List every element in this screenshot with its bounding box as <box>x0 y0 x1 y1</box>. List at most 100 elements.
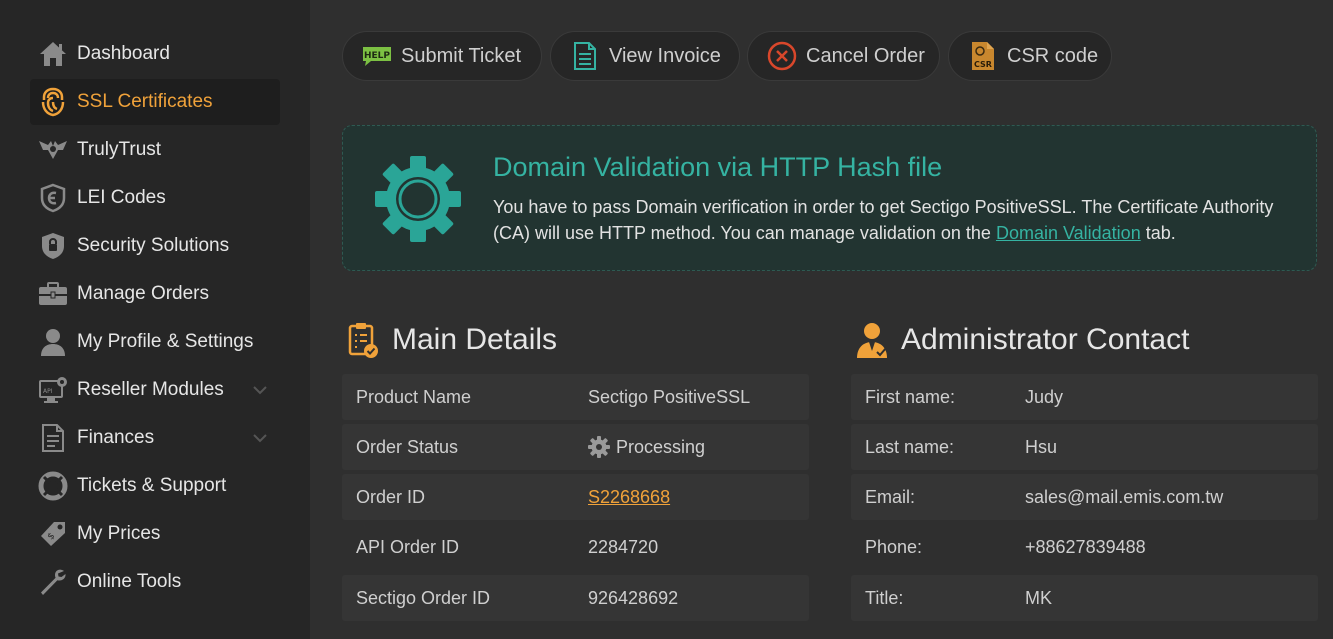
administrator-icon <box>855 320 889 360</box>
sidebar-item-label: Security Solutions <box>77 235 230 256</box>
order-id-value: S2268668 <box>588 487 670 508</box>
sidebar-item-label: Online Tools <box>77 571 182 592</box>
security-shield-icon <box>38 231 68 261</box>
table-row: Title: MK <box>851 575 1318 621</box>
alert-text: You have to pass Domain verification in … <box>493 194 1288 246</box>
main-details-heading: Main Details <box>346 320 557 360</box>
table-row: Email: sales@mail.emis.com.tw <box>851 474 1318 520</box>
submit-ticket-label: Submit Ticket <box>401 44 522 67</box>
table-row: Sectigo Order ID 926428692 <box>342 575 809 621</box>
invoice-document-icon <box>569 40 601 72</box>
processing-gear-icon <box>588 436 610 458</box>
clipboard-check-icon <box>346 320 380 360</box>
sidebar-item-tickets-support[interactable]: Tickets & Support <box>30 463 280 509</box>
lifebuoy-icon <box>38 471 68 501</box>
view-invoice-button[interactable]: View Invoice <box>550 31 740 81</box>
user-icon <box>38 327 68 357</box>
sidebar: Dashboard SSL Certificates TrulyTrust LE… <box>0 0 310 639</box>
order-id-link[interactable]: S2268668 <box>588 487 670 508</box>
gear-icon <box>373 154 463 244</box>
sidebar-item-label: My Profile & Settings <box>77 331 254 352</box>
sidebar-item-reseller-modules[interactable]: API Reseller Modules <box>30 367 280 413</box>
sidebar-item-label: Dashboard <box>77 43 170 64</box>
order-status-text: Processing <box>616 436 706 457</box>
domain-validation-alert: Domain Validation via HTTP Hash file You… <box>342 125 1317 271</box>
cancel-order-label: Cancel Order <box>806 44 925 67</box>
alert-title: Domain Validation via HTTP Hash file <box>493 152 943 182</box>
svg-text:API: API <box>43 388 53 395</box>
domain-validation-link[interactable]: Domain Validation <box>996 223 1141 243</box>
sidebar-item-label: Finances <box>77 427 155 448</box>
csr-code-label: CSR code <box>1007 44 1099 67</box>
csr-code-button[interactable]: CSR CSR code <box>948 31 1112 81</box>
cancel-order-button[interactable]: Cancel Order <box>747 31 940 81</box>
ssl-certificate-icon <box>38 87 68 117</box>
admin-contact-title: Administrator Contact <box>901 323 1190 356</box>
svg-text:CSR: CSR <box>974 60 992 69</box>
sidebar-item-label: Manage Orders <box>77 283 210 304</box>
sidebar-item-label: LEI Codes <box>77 187 166 208</box>
table-row: Last name: Hsu <box>851 424 1318 470</box>
row-value: +88627839488 <box>1025 536 1146 557</box>
row-value: Sectigo PositiveSSL <box>588 386 751 407</box>
sidebar-item-security-solutions[interactable]: Security Solutions <box>30 223 280 269</box>
sidebar-item-my-prices[interactable]: $ My Prices <box>30 511 280 557</box>
sidebar-item-online-tools[interactable]: Online Tools <box>30 559 280 605</box>
row-label: Phone: <box>865 536 923 557</box>
sidebar-item-my-profile[interactable]: My Profile & Settings <box>30 319 280 365</box>
row-label: Product Name <box>356 386 472 407</box>
row-label: API Order ID <box>356 536 460 557</box>
briefcase-icon <box>38 279 68 309</box>
api-monitor-icon: API <box>38 375 68 405</box>
sidebar-item-finances[interactable]: Finances <box>30 415 280 461</box>
csr-file-icon: CSR <box>967 40 999 72</box>
row-label: Last name: <box>865 436 955 457</box>
table-row: Phone: +88627839488 <box>851 524 1318 570</box>
sidebar-item-label: Tickets & Support <box>77 475 227 496</box>
main-content: HELP Submit Ticket View Invoice Cancel O… <box>310 0 1333 639</box>
admin-contact-heading: Administrator Contact <box>855 320 1189 360</box>
table-row: First name: Judy <box>851 374 1318 420</box>
sidebar-item-label: Reseller Modules <box>77 379 224 400</box>
sidebar-item-label: TrulyTrust <box>77 139 162 160</box>
view-invoice-label: View Invoice <box>609 44 721 67</box>
row-label: First name: <box>865 386 956 407</box>
row-label: Title: <box>865 587 904 608</box>
row-value: 2284720 <box>588 536 659 557</box>
sidebar-item-label: My Prices <box>77 523 161 544</box>
table-row: Product Name Sectigo PositiveSSL <box>342 374 809 420</box>
row-label: Sectigo Order ID <box>356 587 491 608</box>
order-status-value: Processing <box>588 436 705 458</box>
lei-shield-icon <box>38 183 68 213</box>
cancel-circle-icon <box>766 40 798 72</box>
row-value: Hsu <box>1025 436 1058 457</box>
table-row: Order Status Processing <box>342 424 809 470</box>
sidebar-item-label: SSL Certificates <box>77 91 213 112</box>
row-value: MK <box>1025 587 1052 608</box>
sidebar-item-lei-codes[interactable]: LEI Codes <box>30 175 280 221</box>
sidebar-item-ssl-certificates[interactable]: SSL Certificates <box>30 79 280 125</box>
row-label: Order Status <box>356 436 459 457</box>
chevron-down-icon[interactable] <box>250 380 270 400</box>
price-tag-icon: $ <box>38 519 68 549</box>
submit-ticket-button[interactable]: HELP Submit Ticket <box>342 31 542 81</box>
wrench-icon <box>38 567 68 597</box>
trulytrust-icon <box>38 135 68 165</box>
svg-text:HELP: HELP <box>364 51 390 61</box>
home-icon <box>38 39 68 69</box>
document-icon <box>38 423 68 453</box>
sidebar-item-manage-orders[interactable]: Manage Orders <box>30 271 280 317</box>
table-row: Order ID S2268668 <box>342 474 809 520</box>
row-value: sales@mail.emis.com.tw <box>1025 486 1224 507</box>
table-row: API Order ID 2284720 <box>342 524 809 570</box>
row-value: Judy <box>1025 386 1064 407</box>
row-value: 926428692 <box>588 587 679 608</box>
row-label: Order ID <box>356 486 426 507</box>
alert-text-after: tab. <box>1140 223 1176 243</box>
help-badge-icon: HELP <box>361 40 393 72</box>
chevron-down-icon[interactable] <box>250 428 270 448</box>
sidebar-item-trulytrust[interactable]: TrulyTrust <box>30 127 280 173</box>
row-label: Email: <box>865 486 916 507</box>
main-details-title: Main Details <box>392 323 558 356</box>
sidebar-item-dashboard[interactable]: Dashboard <box>30 31 280 77</box>
